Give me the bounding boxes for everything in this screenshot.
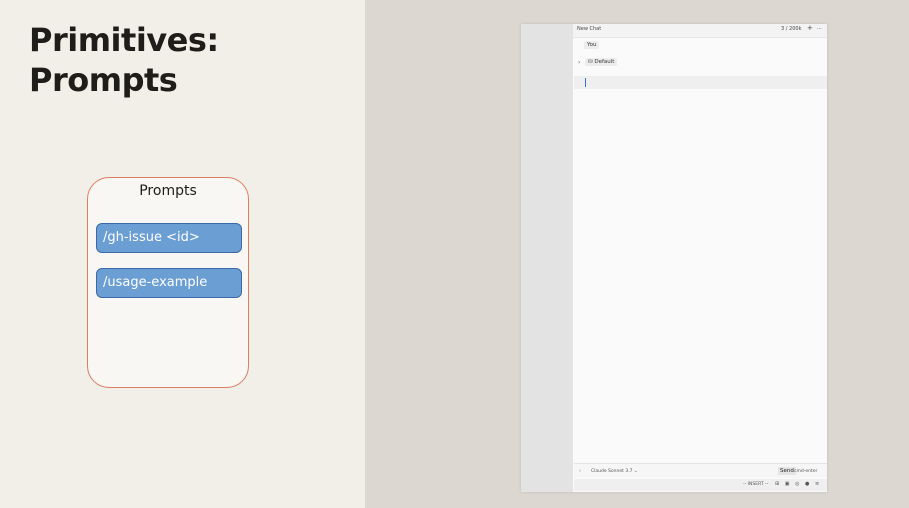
window-title: New Chat xyxy=(577,26,602,32)
token-count: 3 / 200k xyxy=(781,26,802,32)
chevron-right-icon[interactable]: › xyxy=(578,59,580,66)
more-icon[interactable]: ··· xyxy=(817,26,822,32)
slide-title: Primitives: Prompts xyxy=(29,20,219,100)
model-selector[interactable]: Claude Sonnet 3.7 ⌄ xyxy=(591,469,638,474)
slide-panel: Primitives: Prompts Prompts /gh-issue <i… xyxy=(0,0,365,508)
sidebar xyxy=(521,24,573,492)
chat-window: New Chat 3 / 200k + ··· xyxy=(521,24,827,492)
text-cursor xyxy=(585,78,586,87)
prompt-usage-example: /usage-example xyxy=(96,268,242,298)
send-hint: cmd-enter xyxy=(794,469,818,474)
slide-title-line2: Prompts xyxy=(29,61,178,99)
prompt-gh-issue: /gh-issue <id> xyxy=(96,223,242,253)
slide-title-line1: Primitives: xyxy=(29,21,219,59)
titlebar: New Chat 3 / 200k + ··· xyxy=(573,24,827,38)
status-icons[interactable]: ⊞ ▣ ◎ ● ≡ xyxy=(775,481,821,487)
you-label: You xyxy=(584,41,600,49)
prompts-panel: Prompts /gh-issue <id> /usage-example xyxy=(87,177,249,388)
message-input[interactable] xyxy=(574,76,827,89)
collapse-arrow-icon[interactable]: ‹ xyxy=(579,469,581,474)
mode-indicator: -- INSERT -- xyxy=(743,482,769,487)
default-context-chip[interactable]: ⛁ Default xyxy=(585,58,618,66)
plus-icon[interactable]: + xyxy=(807,24,813,32)
prompts-panel-title: Prompts xyxy=(139,183,197,199)
